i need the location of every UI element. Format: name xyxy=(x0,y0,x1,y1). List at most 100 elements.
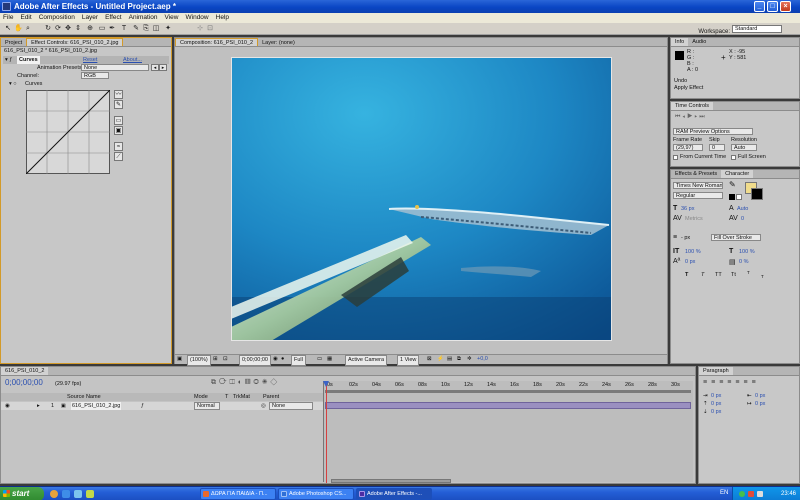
stroke-width-value[interactable]: - px xyxy=(681,235,690,241)
tab-layer[interactable]: Layer: (none) xyxy=(258,39,299,46)
visibility-eye-icon[interactable]: ◉ xyxy=(5,402,10,410)
vertical-scale-value[interactable]: 100 % xyxy=(685,249,701,255)
stroke-color-swatch[interactable] xyxy=(751,188,763,200)
layer-fx-switch-icon[interactable]: ƒ xyxy=(141,402,144,410)
zoom-tool-icon[interactable]: ⌕ xyxy=(24,25,32,33)
curves-graph[interactable] xyxy=(26,90,110,174)
draft-3d-icon[interactable]: ◫ xyxy=(230,379,238,386)
track-z-camera-tool-icon[interactable]: ⇕ xyxy=(74,25,82,33)
effect-name[interactable]: Curves xyxy=(17,56,40,64)
horizontal-scale-value[interactable]: 100 % xyxy=(739,249,755,255)
preset-next-icon[interactable]: ▸ xyxy=(159,64,167,71)
pen-tool-icon[interactable]: ✒ xyxy=(108,25,116,33)
align-center-icon[interactable]: ≡ xyxy=(711,379,719,386)
menu-animation[interactable]: Animation xyxy=(129,14,158,21)
reset-link[interactable]: Reset xyxy=(83,56,97,64)
faux-bold-button[interactable]: T xyxy=(685,272,688,278)
parent-header[interactable]: Parent xyxy=(263,393,279,401)
tab-character[interactable]: Character xyxy=(721,170,754,178)
grid-icon[interactable]: ⊡ xyxy=(223,355,228,364)
taskbar-item-photoshop[interactable]: Adobe Photoshop CS... xyxy=(278,488,354,500)
last-frame-icon[interactable]: ⏭ xyxy=(699,114,706,120)
taskbar-item-after-effects[interactable]: Adobe After Effects -... xyxy=(356,488,432,500)
workspace-select[interactable]: Standard xyxy=(732,25,782,33)
stroke-type-select[interactable]: Fill Over Stroke xyxy=(711,234,761,241)
motion-blur-icon[interactable]: ◎ xyxy=(253,379,262,386)
timeline-icon[interactable]: ▤ xyxy=(447,355,452,364)
font-style-select[interactable]: Regular xyxy=(673,192,723,199)
tab-time-controls[interactable]: Time Controls xyxy=(671,102,714,110)
transparency-grid-icon[interactable]: ▦ xyxy=(327,355,332,364)
workspace-switcher[interactable]: Workspace: Standard xyxy=(698,25,782,35)
maximize-button[interactable]: □ xyxy=(767,1,778,12)
fast-previews-icon[interactable]: ⚡ xyxy=(437,355,444,364)
tab-audio[interactable]: Audio xyxy=(688,38,710,46)
black-swatch[interactable] xyxy=(729,194,735,200)
camera-view-select[interactable]: Active Camera xyxy=(345,355,388,366)
show-channel-icon[interactable]: ● xyxy=(281,355,284,364)
tab-composition[interactable]: Composition: 616_PSI_010_2 xyxy=(175,38,259,46)
fx-toggle-icon[interactable]: ▾ ƒ xyxy=(5,56,12,64)
align-left-icon[interactable]: ≡ xyxy=(703,379,711,386)
clone-stamp-tool-icon[interactable]: ⎘ xyxy=(142,25,150,33)
tray-network-icon[interactable] xyxy=(739,491,745,497)
full-screen-checkbox[interactable] xyxy=(731,155,736,160)
kerning-value[interactable]: Metrics xyxy=(685,216,703,222)
layer-expand-icon[interactable]: ▸ xyxy=(37,402,40,410)
world-axis-icon[interactable]: ⊡ xyxy=(206,25,214,33)
resolution-select-rp[interactable]: Auto xyxy=(731,144,757,151)
curve-tool-icon[interactable]: 〰 xyxy=(114,90,123,99)
all-caps-button[interactable]: TT xyxy=(715,272,722,278)
track-xy-camera-tool-icon[interactable]: ✥ xyxy=(64,25,72,33)
tab-effects-presets[interactable]: Effects & Presets xyxy=(671,170,721,178)
layer-name[interactable]: 616_PSI_010_2.jpg xyxy=(71,402,122,410)
always-preview-icon[interactable]: ▣ xyxy=(177,355,182,364)
region-of-interest-icon[interactable]: ▭ xyxy=(317,355,322,364)
about-link[interactable]: About... xyxy=(123,56,142,64)
justify-all-icon[interactable]: ≡ xyxy=(752,379,760,386)
superscript-button[interactable]: T xyxy=(747,270,750,275)
menu-help[interactable]: Help xyxy=(216,14,229,21)
indent-right-value[interactable]: 0 px xyxy=(755,393,765,399)
first-line-indent-value[interactable]: 0 px xyxy=(755,401,765,407)
frame-rate-select[interactable]: (29,97) xyxy=(673,144,703,151)
ram-preview-select[interactable]: RAM Preview Options xyxy=(673,128,753,135)
mode-header[interactable]: Mode xyxy=(194,393,208,401)
orbit-camera-tool-icon[interactable]: ⟳ xyxy=(54,25,62,33)
layer-mode-select[interactable]: Normal xyxy=(194,402,220,410)
parent-pickwhip-icon[interactable]: ◎ xyxy=(261,402,266,410)
current-time-display[interactable]: 0;00;00;00 xyxy=(239,355,271,366)
from-current-checkbox[interactable] xyxy=(673,155,678,160)
layer-duration-bar[interactable] xyxy=(325,402,691,409)
subscript-button[interactable]: T xyxy=(761,274,764,279)
quicklaunch-ie-icon[interactable] xyxy=(62,490,70,498)
justify-right-icon[interactable]: ≡ xyxy=(743,379,751,386)
start-button[interactable]: start xyxy=(0,487,44,500)
timeline-timecode[interactable]: 0;00;00;00 xyxy=(5,378,43,387)
open-curve-icon[interactable]: ▭ xyxy=(114,116,123,125)
view-layout-select[interactable]: 1 View xyxy=(397,355,420,366)
white-swatch[interactable] xyxy=(736,194,742,200)
safe-zones-icon[interactable]: ⊞ xyxy=(213,355,218,364)
preset-prev-icon[interactable]: ◂ xyxy=(151,64,159,71)
pencil-tool-icon[interactable]: ✎ xyxy=(114,100,123,109)
quicklaunch-desktop-icon[interactable] xyxy=(74,490,82,498)
quicklaunch-app-icon[interactable] xyxy=(86,490,94,498)
save-curve-icon[interactable]: ▣ xyxy=(114,126,123,135)
brush-tool-icon[interactable]: ✎ xyxy=(132,25,140,33)
curves-disclosure-icon[interactable]: ▾ ○ xyxy=(9,81,17,87)
indent-left-value[interactable]: 0 px xyxy=(711,393,721,399)
smooth-curve-icon[interactable]: ≈ xyxy=(114,142,123,151)
menu-effect[interactable]: Effect xyxy=(105,14,122,21)
animation-presets-select[interactable]: None xyxy=(81,64,149,71)
zoom-select[interactable]: (100%) xyxy=(187,355,211,366)
skip-select[interactable]: 0 xyxy=(709,144,725,151)
work-area-bar[interactable] xyxy=(325,390,691,393)
space-before-value[interactable]: 0 px xyxy=(711,401,721,407)
menu-file[interactable]: File xyxy=(3,14,13,21)
faux-italic-button[interactable]: T xyxy=(701,272,704,278)
minimize-button[interactable]: _ xyxy=(754,1,765,12)
source-name-header[interactable]: Source Name xyxy=(67,393,101,401)
hide-shy-icon[interactable]: ◐ xyxy=(238,379,245,386)
rotate-tool-icon[interactable]: ↻ xyxy=(44,25,52,33)
